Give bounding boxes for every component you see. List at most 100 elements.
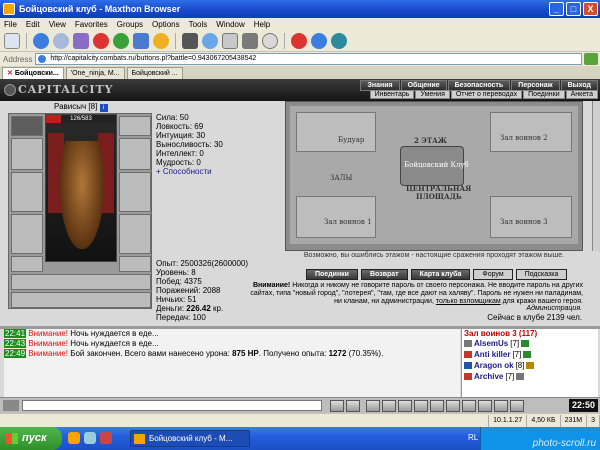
helmet-slot[interactable]	[11, 116, 43, 136]
abilities-link[interactable]: + Способности	[156, 167, 223, 176]
boots-slot[interactable]	[119, 256, 151, 272]
armor-slot[interactable]	[11, 214, 43, 254]
menu-help[interactable]: Help	[254, 20, 270, 29]
right-scrollbar[interactable]	[592, 101, 600, 251]
url-input[interactable]: http://capitalcity.combats.ru/buttons.pl…	[35, 53, 582, 65]
new-window-icon[interactable]	[4, 32, 20, 49]
club-map-button[interactable]: Карта клуба	[410, 269, 471, 280]
language-indicator[interactable]: RL	[468, 433, 478, 442]
stat-wisdom: Мудрость: 0	[156, 158, 201, 167]
status-count: 3	[587, 414, 600, 427]
info-icon[interactable]	[526, 362, 535, 369]
ring-slot[interactable]	[119, 138, 151, 170]
weapon-slot[interactable]	[11, 172, 43, 212]
multi-tab-icon[interactable]	[73, 32, 89, 49]
tools-icon[interactable]	[222, 32, 238, 49]
stop-icon[interactable]	[93, 32, 109, 49]
print-icon[interactable]	[182, 32, 198, 49]
tab-one-ninja[interactable]: 'One_ninja, M...	[65, 67, 125, 79]
go-button[interactable]	[584, 53, 598, 65]
settings-icon[interactable]	[331, 32, 347, 49]
menu-view[interactable]: View	[49, 20, 66, 29]
taskbar-browser-task[interactable]: Бойцовский клуб - М...	[130, 430, 250, 447]
room-boudoir[interactable]	[296, 112, 376, 152]
maximize-button[interactable]: □	[566, 2, 581, 16]
translit-icon[interactable]	[398, 400, 412, 412]
character-portrait[interactable]: 126/583	[45, 114, 117, 262]
forward-icon[interactable]	[53, 32, 69, 49]
favorites-icon[interactable]	[153, 32, 169, 49]
info-icon[interactable]	[521, 340, 530, 347]
subnav-skills[interactable]: Умения	[415, 90, 450, 99]
player-launch-icon[interactable]	[100, 432, 112, 444]
room-hall-1[interactable]	[296, 196, 376, 238]
chat-input[interactable]	[22, 400, 322, 411]
log-icon[interactable]	[494, 400, 508, 412]
home-icon[interactable]	[133, 32, 149, 49]
menu-favorites[interactable]: Favorites	[75, 20, 108, 29]
clock-icon[interactable]	[262, 32, 278, 49]
info-badge-icon[interactable]: i	[99, 104, 108, 112]
info-icon[interactable]	[516, 373, 525, 380]
clear-chat-icon[interactable]	[414, 400, 428, 412]
users-icon[interactable]	[478, 400, 492, 412]
menu-file[interactable]: File	[4, 20, 17, 29]
room-hall-3[interactable]	[490, 196, 572, 238]
minimize-button[interactable]: _	[549, 2, 564, 16]
down-arrow-icon[interactable]	[382, 400, 396, 412]
watermark: photo-scroll.ru	[532, 438, 596, 449]
label-halls: ЗАЛЫ	[330, 174, 353, 182]
menu-options[interactable]: Options	[152, 20, 180, 29]
player-entry[interactable]: Aragon ok [8]	[462, 360, 598, 371]
subnav-battles[interactable]: Поединки	[523, 90, 565, 99]
options-icon[interactable]	[430, 400, 444, 412]
smiles-icon[interactable]	[346, 400, 360, 412]
menu-edit[interactable]: Edit	[26, 20, 40, 29]
send-button[interactable]	[330, 400, 344, 412]
internet-icon[interactable]	[202, 32, 218, 49]
character-name[interactable]: Рависыч [8] i	[54, 102, 108, 112]
menu-window[interactable]: Window	[216, 20, 244, 29]
menu-groups[interactable]: Groups	[117, 20, 143, 29]
subnav-profile[interactable]: Анкета	[565, 90, 598, 99]
subnav-inventory[interactable]: Инвентарь	[369, 90, 415, 99]
tab-fightclub-1[interactable]: ✕ Бойцовски...	[2, 67, 64, 79]
toolbar-separator	[284, 32, 285, 49]
filter-icon[interactable]	[366, 400, 380, 412]
chat-line: 22:43 Внимание! Ночь нуждается в еде...	[4, 339, 159, 348]
return-button[interactable]: Возврат	[360, 269, 408, 280]
save-icon[interactable]	[242, 32, 258, 49]
player-entry[interactable]: Anti killer [7]	[462, 349, 598, 360]
gloves-slot[interactable]	[119, 214, 151, 254]
close-tab-icon[interactable]: ✕	[7, 68, 13, 80]
scrolls-row[interactable]	[11, 292, 151, 308]
shield-slot[interactable]	[119, 172, 151, 212]
info-icon[interactable]	[523, 351, 532, 358]
belt-slot[interactable]	[11, 256, 43, 272]
tab-fightclub-2[interactable]: Бойцовский ...	[126, 67, 183, 79]
info-icon[interactable]	[311, 32, 327, 49]
maxthon-launch-icon[interactable]	[68, 432, 80, 444]
close-button[interactable]: X	[583, 2, 598, 16]
subnav-transfers[interactable]: Отчет о переводах	[450, 90, 523, 99]
hide-icon[interactable]	[446, 400, 460, 412]
back-icon[interactable]	[33, 32, 49, 49]
room-hall-2[interactable]	[490, 112, 572, 152]
forum-button[interactable]: Форум	[473, 269, 513, 280]
menu-tools[interactable]: Tools	[189, 20, 208, 29]
refresh-chat-icon[interactable]	[462, 400, 476, 412]
chat-mode-icon[interactable]	[3, 400, 19, 411]
exit-chat-icon[interactable]	[510, 400, 524, 412]
battles-button[interactable]: Поединки	[306, 269, 358, 280]
refresh-icon[interactable]	[113, 32, 129, 49]
hint-button[interactable]: Подсказка	[515, 269, 568, 280]
bracer-slot[interactable]	[119, 116, 151, 136]
player-entry[interactable]: Archive [7]	[462, 371, 598, 382]
player-entry[interactable]: AlsemUs [7]	[462, 338, 598, 349]
block-icon[interactable]	[291, 32, 307, 49]
show-desktop-icon[interactable]	[84, 432, 96, 444]
belt-items-row[interactable]	[11, 274, 151, 290]
earrings-slot[interactable]	[11, 138, 43, 170]
start-button[interactable]: пуск	[0, 427, 62, 450]
hackers-link[interactable]: только взломщикам	[436, 298, 501, 305]
